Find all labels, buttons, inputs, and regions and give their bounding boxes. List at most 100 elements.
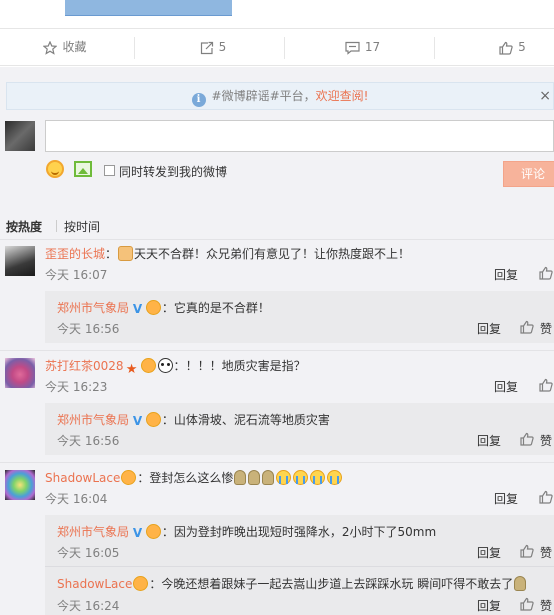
reply-username[interactable]: 郑州市气象局 [57, 525, 129, 539]
favorite-button[interactable]: 收藏 [35, 29, 95, 67]
comment-colon: ： [137, 471, 150, 485]
repost-checkbox[interactable] [104, 165, 115, 176]
tab-by-hot[interactable]: 按热度 [6, 220, 42, 234]
reply-username[interactable]: 郑州市气象局 [57, 413, 129, 427]
reply-button[interactable]: 回复 [477, 432, 501, 449]
vip-crown-icon [145, 524, 161, 539]
avatar[interactable] [5, 470, 35, 500]
comment-text: 登封怎么这么惨 [149, 471, 234, 485]
verified-v-icon: V [132, 302, 143, 316]
divider [284, 37, 285, 59]
vip-crown-icon [145, 412, 161, 427]
notice-text: #微博辟谣#平台， [211, 89, 316, 103]
reply-username[interactable]: ShadowLace [57, 577, 132, 591]
sweat-emoji-icon [514, 576, 527, 591]
like-label[interactable]: 赞 [540, 544, 552, 561]
like-label[interactable]: 赞 [540, 432, 552, 449]
thumbs-up-icon[interactable] [520, 320, 534, 334]
thumbs-up-icon[interactable] [539, 490, 553, 504]
comment-input[interactable] [45, 120, 554, 152]
avatar[interactable] [5, 358, 35, 388]
star-icon [43, 40, 58, 55]
thumbs-up-icon[interactable] [520, 597, 534, 611]
post-action-bar: 收藏 5 17 5 [0, 28, 554, 66]
avatar[interactable] [5, 121, 35, 151]
cat-emoji-icon [118, 246, 134, 261]
crying-emoji-icon [276, 470, 292, 485]
sweat-emoji-icon [262, 470, 275, 485]
thumbs-up-icon[interactable] [539, 266, 553, 280]
comment-colon: ： [105, 247, 118, 261]
close-icon[interactable]: × [539, 83, 551, 109]
reply-time: 今天 16:05 [57, 546, 120, 560]
repost-count: 5 [218, 40, 227, 54]
comment-colon: ： [173, 359, 186, 373]
comment-count: 17 [364, 40, 381, 54]
vip-crown-icon [121, 470, 137, 485]
reply-text: ：因为登封昨晚出现短时强降水，2小时下了50mm [161, 525, 437, 539]
reply-body: ShadowLace ：今晚还想着跟妹子一起去嵩山步道上去踩踩水玩 瞬间吓得不敢去… [57, 575, 527, 592]
comment-button[interactable]: 17 [340, 29, 385, 67]
reply-time: 今天 16:56 [57, 434, 120, 448]
comment-time: 今天 16:07 [45, 268, 108, 282]
comment-text: 天天不合群！众兄弟们有意见了！让你热度跟不上！ [134, 247, 411, 261]
divider [0, 462, 554, 463]
crying-emoji-icon [293, 470, 309, 485]
thumbs-up-icon[interactable] [520, 432, 534, 446]
reply-username[interactable]: 郑州市气象局 [57, 301, 129, 315]
reply-button[interactable]: 回复 [494, 378, 518, 395]
divider [134, 37, 135, 59]
avatar[interactable] [5, 246, 35, 276]
reply-button[interactable]: 回复 [477, 320, 501, 337]
comment-username[interactable]: ShadowLace [45, 471, 120, 485]
comment-body: 苏打红茶0028 ★ ：！！！地质灾害是指？ [45, 357, 306, 377]
comment-icon [345, 41, 360, 55]
reply-button[interactable]: 回复 [477, 597, 501, 614]
like-label[interactable]: 赞 [540, 597, 552, 614]
sweat-emoji-icon [248, 470, 261, 485]
notice-link[interactable]: 欢迎查阅! [316, 89, 369, 103]
repost-button[interactable]: 5 [193, 29, 233, 67]
image-upload-icon[interactable] [74, 161, 92, 177]
reply-button[interactable]: 回复 [494, 490, 518, 507]
star-badge-icon: ★ [125, 362, 138, 377]
thumbs-up-icon[interactable] [539, 378, 553, 392]
post-image-fragment[interactable] [65, 0, 232, 16]
panda-emoji-icon [157, 358, 173, 373]
reply-button[interactable]: 回复 [477, 544, 501, 561]
reply-button[interactable]: 回复 [494, 266, 518, 283]
reply-text: ：山体滑坡、泥石流等地质灾害 [161, 413, 330, 427]
comment-time: 今天 16:04 [45, 492, 108, 506]
thumbs-up-icon [499, 41, 513, 55]
divider [56, 220, 57, 232]
divider [0, 350, 554, 351]
comment-username[interactable]: 苏打红茶0028 [45, 359, 124, 373]
vip-crown-icon [140, 358, 156, 373]
reply-text: ：它真的是不合群！ [161, 301, 270, 315]
thumbs-up-icon[interactable] [520, 544, 534, 558]
repost-icon [200, 41, 213, 54]
divider [434, 37, 435, 59]
comment-time: 今天 16:23 [45, 380, 108, 394]
crying-emoji-icon [327, 470, 343, 485]
like-count: 5 [518, 40, 526, 54]
comment-body: ShadowLace ：登封怎么这么惨 [45, 469, 343, 486]
sort-tabs: 按热度 按时间 [6, 218, 100, 235]
divider [0, 239, 554, 240]
emoji-icon[interactable] [46, 160, 64, 178]
reply-time: 今天 16:24 [57, 599, 120, 613]
reply-body: 郑州市气象局 V ：它真的是不合群！ [57, 299, 270, 316]
submit-comment-button[interactable]: 评论 [503, 161, 554, 187]
repost-checkbox-label: 同时转发到我的微博 [119, 165, 228, 179]
reply-body: 郑州市气象局 V ：因为登封昨晚出现短时强降水，2小时下了50mm [57, 523, 436, 540]
verified-v-icon: V [132, 414, 143, 428]
sweat-emoji-icon [234, 470, 247, 485]
tab-by-time[interactable]: 按时间 [64, 218, 100, 235]
comment-text: ！！！地质灾害是指？ [185, 359, 306, 373]
verified-v-icon: V [132, 526, 143, 540]
like-button[interactable]: 5 [495, 29, 530, 67]
comment-username[interactable]: 歪歪的长城 [45, 247, 105, 261]
like-label[interactable]: 赞 [540, 320, 552, 337]
rumor-notice-banner: i #微博辟谣#平台，欢迎查阅! × [6, 82, 554, 110]
reply-text: ：今晚还想着跟妹子一起去嵩山步道上去踩踩水玩 瞬间吓得不敢去了 [149, 577, 514, 591]
